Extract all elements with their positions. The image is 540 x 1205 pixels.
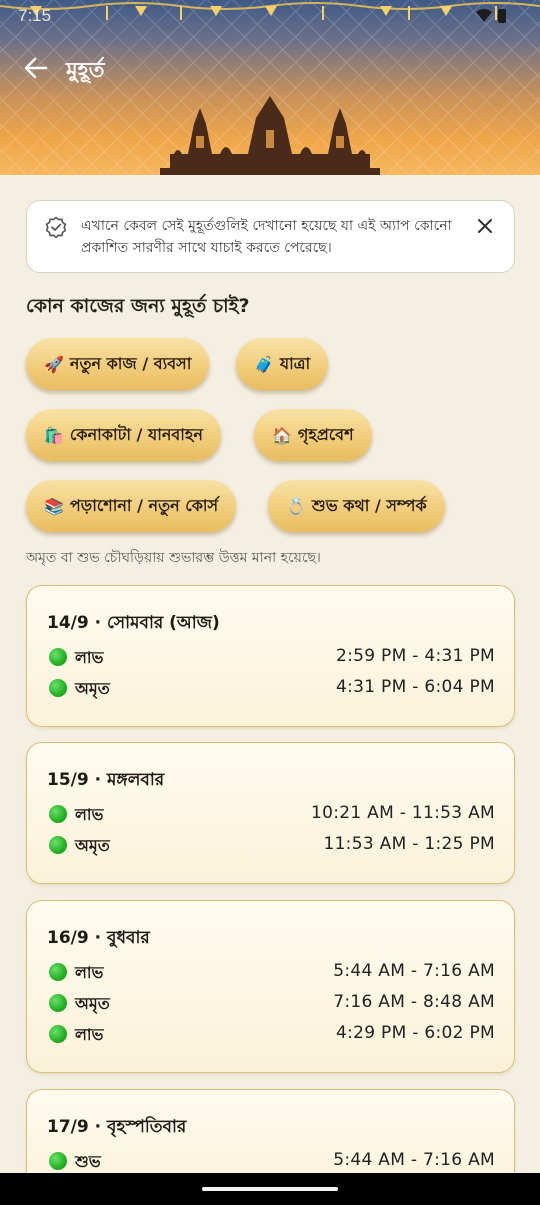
chip-relationship[interactable]: 💍 শুভ কথা / সম্পর্ক	[268, 480, 445, 532]
slot-name: লাভ	[75, 648, 104, 667]
day-label: 16/9 · বুধবার	[47, 928, 150, 948]
battery-icon	[498, 9, 506, 23]
slot-time: 7:16 AM - 8:48 AM	[333, 992, 495, 1012]
system-nav-bar	[0, 1173, 540, 1205]
app-bar: মুহূর্ত	[0, 50, 540, 86]
day-label: 15/9 · মঙ্গলবার	[47, 770, 165, 790]
slot-name: লাভ	[75, 1025, 104, 1044]
day-card[interactable]: 15/9 · মঙ্গলবার লাভ 10:21 AM - 11:53 AM …	[26, 742, 515, 884]
chip-label: শুভ কথা / সম্পর্ক	[311, 495, 427, 515]
house-icon: 🏠	[272, 425, 292, 445]
chip-housewarming[interactable]: 🏠 গৃহপ্রবেশ	[254, 409, 372, 461]
chip-travel[interactable]: 🧳 যাত্রা	[236, 338, 329, 390]
slot-name: লাভ	[75, 805, 104, 824]
luggage-icon: 🧳	[254, 354, 274, 374]
time-slot: লাভ 5:44 AM - 7:16 AM	[47, 959, 495, 985]
page-title: মুহূর্ত	[66, 58, 105, 82]
chip-shopping-vehicle[interactable]: 🛍️ কেনাকাটা / যানবাহন	[26, 409, 221, 461]
close-icon[interactable]	[476, 217, 494, 235]
chip-label: কেনাকাটা / যানবাহন	[69, 424, 203, 444]
status-bar: 7:15	[0, 4, 540, 26]
home-gesture-handle[interactable]	[202, 1187, 338, 1191]
green-dot-icon	[49, 994, 67, 1012]
slot-time: 11:53 AM - 1:25 PM	[323, 834, 495, 854]
green-dot-icon	[49, 648, 67, 666]
slot-time: 4:29 PM - 6:02 PM	[335, 1023, 495, 1043]
chip-label: নতুন কাজ / ব্যবসা	[69, 353, 192, 373]
time-slot: অমৃত 7:16 AM - 8:48 AM	[47, 990, 495, 1016]
books-icon: 📚	[44, 496, 64, 516]
slot-name: অমৃত	[75, 679, 110, 698]
day-card[interactable]: 14/9 · সোমবার (আজ) লাভ 2:59 PM - 4:31 PM…	[26, 585, 515, 727]
slot-time: 4:31 PM - 6:04 PM	[335, 677, 495, 697]
day-label: 17/9 · বৃহস্পতিবার	[47, 1117, 187, 1137]
time-slot: লাভ 2:59 PM - 4:31 PM	[47, 644, 495, 670]
green-dot-icon	[49, 1152, 67, 1170]
day-label: 14/9 · সোমবার (আজ)	[47, 613, 220, 633]
green-dot-icon	[49, 836, 67, 854]
shopping-bags-icon: 🛍️	[44, 425, 64, 445]
slot-name: শুভ	[75, 1152, 101, 1171]
notice-text: এখানে কেবল সেই মুহূর্তগুলিই দেখানো হয়েছ…	[81, 218, 452, 256]
slot-name: লাভ	[75, 963, 104, 982]
time-slot: শুভ 5:44 AM - 7:16 AM	[47, 1148, 495, 1174]
slot-time: 5:44 AM - 7:16 AM	[333, 961, 495, 981]
wifi-icon	[476, 9, 492, 22]
time-slot: লাভ 10:21 AM - 11:53 AM	[47, 801, 495, 827]
hint-text: অমৃত বা শুভ চৌঘড়িয়ায় শুভারম্ভ উত্তম ম…	[26, 550, 321, 566]
chip-label: গৃহপ্রবেশ	[297, 424, 354, 444]
purpose-question: কোন কাজের জন্য মুহূর্ত চাই?	[26, 295, 250, 317]
chip-study-course[interactable]: 📚 পড়াশোনা / নতুন কোর্স	[26, 480, 237, 532]
temple-illustration	[160, 96, 380, 175]
chip-new-business[interactable]: 🚀 নতুন কাজ / ব্যবসা	[26, 338, 210, 390]
green-dot-icon	[49, 963, 67, 981]
slot-name: অমৃত	[75, 836, 110, 855]
slot-time: 10:21 AM - 11:53 AM	[310, 803, 495, 823]
chip-label: পড়াশোনা / নতুন কোর্স	[69, 495, 219, 515]
chip-label: যাত্রা	[279, 353, 311, 373]
verified-badge-icon	[45, 216, 67, 238]
time-slot: অমৃত 4:31 PM - 6:04 PM	[47, 675, 495, 701]
slot-time: 2:59 PM - 4:31 PM	[335, 646, 495, 666]
slot-name: অমৃত	[75, 994, 110, 1013]
rocket-icon: 🚀	[44, 354, 64, 374]
green-dot-icon	[49, 1025, 67, 1043]
time-slot: লাভ 4:29 PM - 6:02 PM	[47, 1021, 495, 1047]
ring-icon: 💍	[286, 496, 306, 516]
header-banner: 7:15 মুহূর্ত	[0, 0, 540, 175]
verification-notice: এখানে কেবল সেই মুহূর্তগুলিই দেখানো হয়েছ…	[26, 200, 515, 273]
back-arrow-icon[interactable]	[22, 54, 50, 82]
slot-time: 5:44 AM - 7:16 AM	[333, 1150, 495, 1170]
day-card[interactable]: 16/9 · বুধবার লাভ 5:44 AM - 7:16 AM অমৃত…	[26, 900, 515, 1073]
status-time: 7:15	[18, 6, 52, 25]
green-dot-icon	[49, 805, 67, 823]
green-dot-icon	[49, 679, 67, 697]
time-slot: অমৃত 11:53 AM - 1:25 PM	[47, 832, 495, 858]
